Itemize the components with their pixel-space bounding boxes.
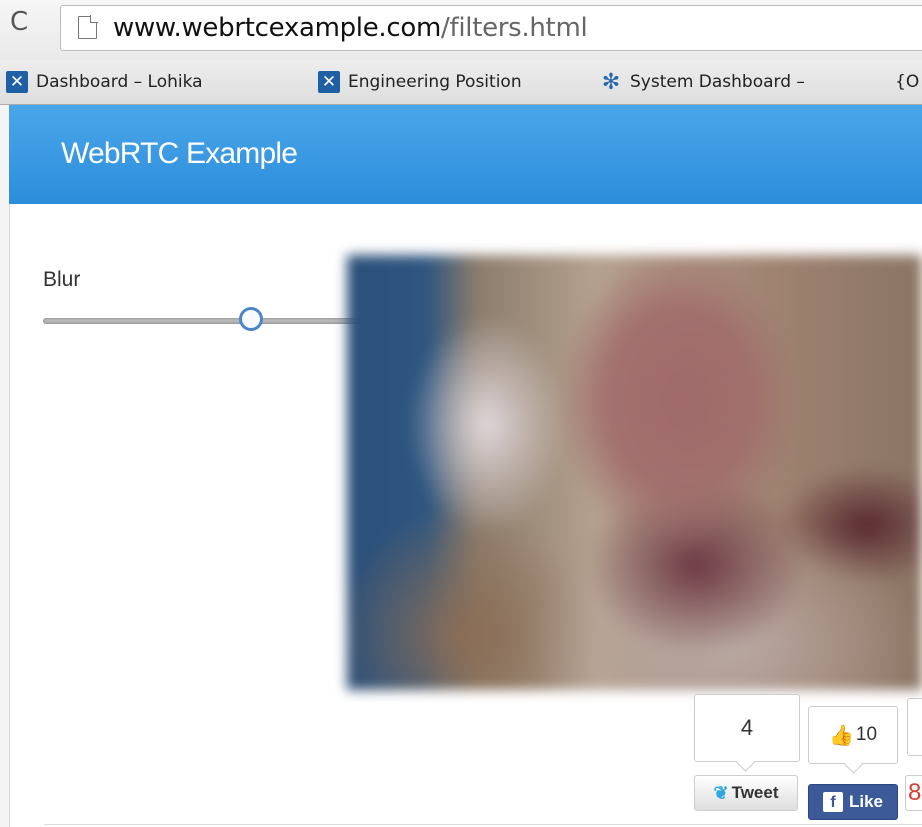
url-text[interactable]: www.webrtcexample.com/filters.html xyxy=(113,13,588,43)
gplus-button[interactable]: 8 xyxy=(905,775,922,811)
twitter-bird-icon: ❦ xyxy=(713,782,729,803)
like-count-bubble: 👍 10 xyxy=(808,706,898,764)
bookmark-dashboard-lohika[interactable]: ✕ Dashboard – Lohika xyxy=(6,68,203,96)
like-label: Like xyxy=(848,792,884,811)
bookmark-engineering-position[interactable]: ✕ Engineering Position xyxy=(318,68,522,96)
tweet-button[interactable]: ❦ Tweet xyxy=(694,775,798,811)
x-icon: ✕ xyxy=(6,71,28,93)
site-brand[interactable]: WebRTC Example xyxy=(61,137,298,171)
facebook-icon: f xyxy=(822,792,843,812)
thumbs-up-icon: 👍 xyxy=(828,724,854,747)
bookmark-label: {O xyxy=(895,72,920,92)
bookmark-label: Engineering Position xyxy=(348,72,522,92)
url-domain: www.webrtcexample.com xyxy=(113,13,442,43)
browser-toolbar: C www.webrtcexample.com/filters.html xyxy=(0,0,922,60)
facebook-like-button[interactable]: f Like xyxy=(808,784,898,820)
x-icon: ✕ xyxy=(318,71,340,93)
bookmark-label: Dashboard – Lohika xyxy=(36,72,203,92)
blurred-video xyxy=(347,255,922,690)
star-icon: ✻ xyxy=(601,69,621,95)
tweet-count: 4 xyxy=(694,694,800,762)
blur-label: Blur xyxy=(43,268,81,291)
site-navbar: WebRTC Example xyxy=(9,105,922,204)
slider-thumb[interactable] xyxy=(238,307,263,331)
gplus-count-bubble xyxy=(907,698,922,756)
url-path: /filters.html xyxy=(441,13,588,43)
bookmark-truncated[interactable]: {O xyxy=(895,68,919,96)
page-icon xyxy=(78,15,98,39)
address-bar[interactable]: www.webrtcexample.com/filters.html xyxy=(60,5,922,51)
divider xyxy=(44,824,922,825)
tweet-label: Tweet xyxy=(731,783,779,802)
bookmark-label: System Dashboard – xyxy=(630,72,805,92)
reload-icon[interactable]: C xyxy=(10,8,28,36)
like-count: 10 xyxy=(855,724,878,745)
bookmark-system-dashboard[interactable]: ✻ System Dashboard – xyxy=(600,68,805,96)
bookmarks-bar: ✕ Dashboard – Lohika ✕ Engineering Posit… xyxy=(0,60,922,105)
